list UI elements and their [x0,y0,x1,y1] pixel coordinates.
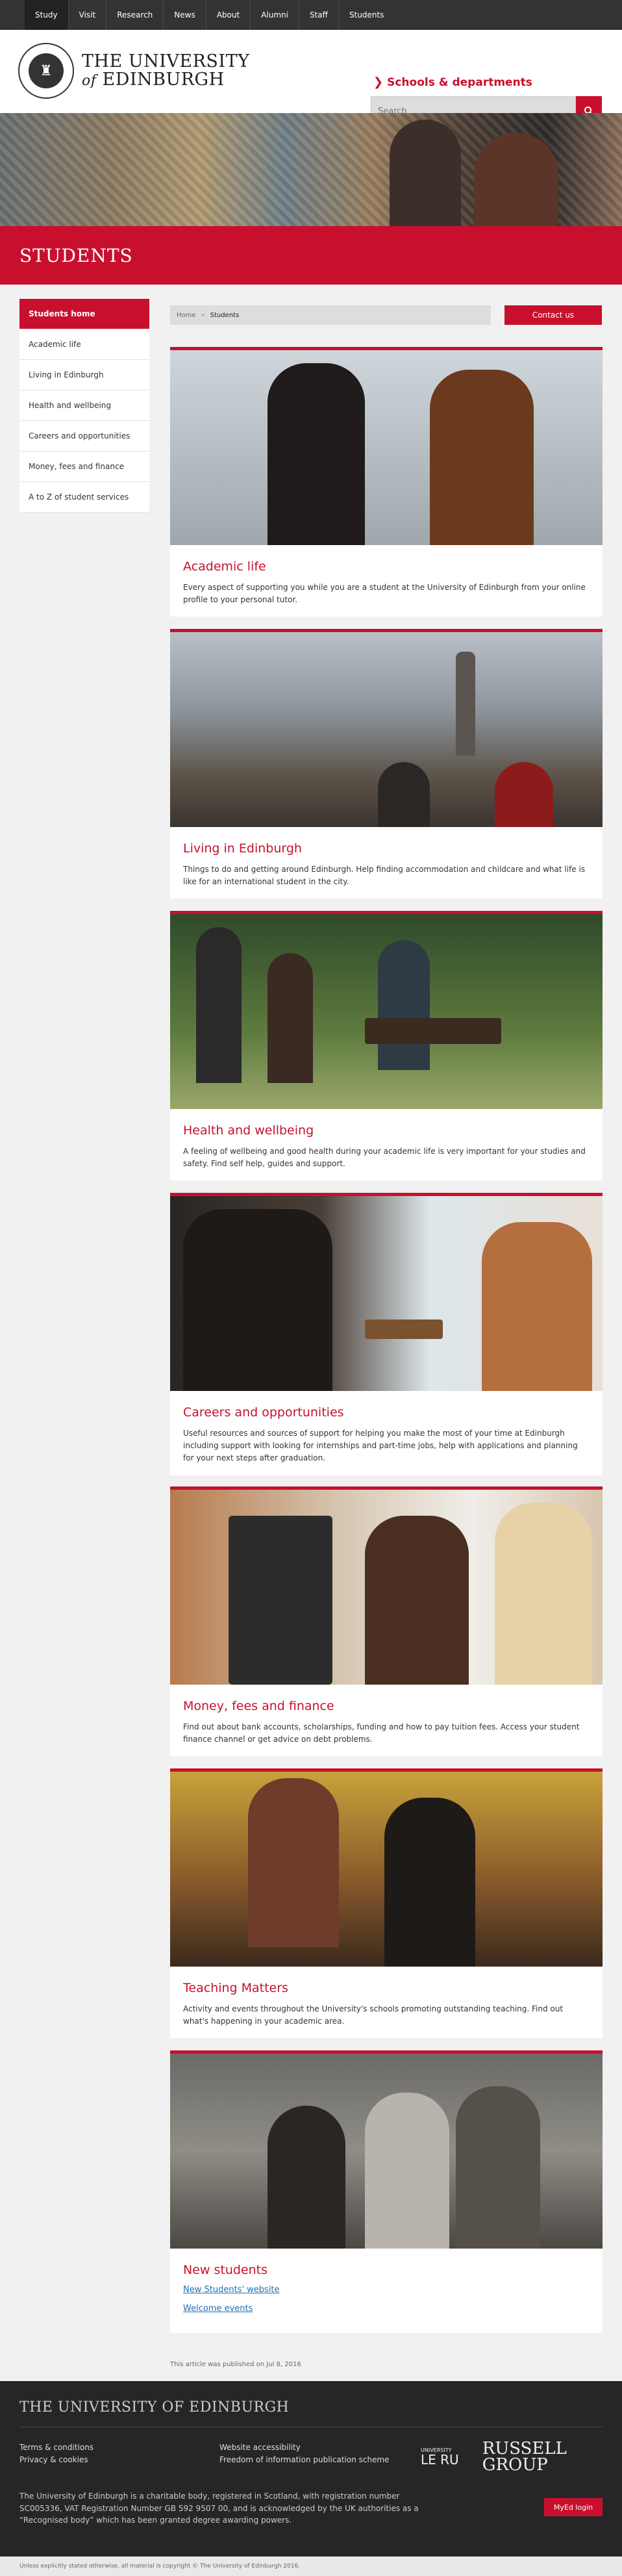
copyright-bar: Unless explicitly stated otherwise, all … [0,2557,622,2576]
logo-line2: EDINBURGH [102,70,225,90]
card-title[interactable]: Academic life [183,559,590,574]
contact-us-button[interactable]: Contact us [504,305,602,325]
card-academic-life[interactable]: Academic life Every aspect of supporting… [170,347,603,617]
sidebar-item-living-in-edinburgh[interactable]: Living in Edinburgh [19,360,149,390]
sidebar-item-careers[interactable]: Careers and opportunities [19,421,149,452]
topnav-alumni[interactable]: Alumni [250,0,299,30]
card-new-students[interactable]: New students New Students' website Welco… [170,2050,603,2333]
university-logo[interactable]: ♜ THE UNIVERSITY of EDINBURGH [18,43,249,99]
card-title[interactable]: Teaching Matters [183,1981,590,1995]
card-health-wellbeing[interactable]: Health and wellbeing A feeling of wellbe… [170,911,603,1181]
breadcrumb: Home » Students [170,305,491,325]
footer: THE UNIVERSITY OF EDINBURGH Terms & cond… [0,2381,622,2557]
logo-of: of [82,73,97,89]
breadcrumb-home[interactable]: Home [177,312,196,319]
card-money-fees-finance[interactable]: Money, fees and finance Find out about b… [170,1486,603,1757]
topnav-staff[interactable]: Staff [298,0,338,30]
sidebar-item-health-wellbeing[interactable]: Health and wellbeing [19,390,149,421]
card-image [170,2054,603,2249]
brand-header: ♜ THE UNIVERSITY of EDINBURGH ❯ Schools … [0,30,622,126]
topnav-research[interactable]: Research [106,0,163,30]
card-image [170,1772,603,1967]
myed-login-button[interactable]: MyEd login [544,2498,603,2516]
card-title[interactable]: New students [183,2263,590,2277]
topnav-study[interactable]: Study [25,0,68,30]
card-living-in-edinburgh[interactable]: Living in Edinburgh Things to do and get… [170,629,603,899]
sidebar-item-a-to-z[interactable]: A to Z of student services [19,482,149,513]
terms-link[interactable]: Terms & conditions [19,2442,93,2454]
foi-link[interactable]: Freedom of information publication schem… [219,2454,390,2466]
sidebar-item-students-home[interactable]: Students home [19,299,149,329]
card-title[interactable]: Health and wellbeing [183,1123,590,1138]
card-teaching-matters[interactable]: Teaching Matters Activity and events thr… [170,1768,603,2039]
sidebar-item-academic-life[interactable]: Academic life [19,329,149,360]
schools-departments-link[interactable]: ❯ Schools & departments [373,75,532,89]
privacy-link[interactable]: Privacy & cookies [19,2454,93,2466]
published-date: This article was published on Jul 8, 201… [170,2361,301,2368]
card-title[interactable]: Money, fees and finance [183,1699,590,1713]
topnav-students[interactable]: Students [338,0,395,30]
card-image [170,1490,603,1685]
sidebar-nav: Students home Academic life Living in Ed… [19,299,149,513]
sidebar-item-money-fees[interactable]: Money, fees and finance [19,452,149,482]
copyright-text: Unless explicitly stated otherwise, all … [19,2563,301,2570]
card-text: Useful resources and sources of support … [183,1429,578,1463]
card-text: Find out about bank accounts, scholarshi… [183,1722,580,1744]
new-students-website-link[interactable]: New Students' website [183,2285,590,2295]
chevron-right-icon: ❯ [373,75,384,89]
footer-title: THE UNIVERSITY OF EDINBURGH [19,2399,290,2416]
card-text: Every aspect of supporting you while you… [183,583,586,605]
russell-group-logo[interactable]: RUSSELL GROUP [482,2440,622,2473]
card-image [170,1196,603,1391]
topnav-about[interactable]: About [205,0,250,30]
card-title[interactable]: Living in Edinburgh [183,841,590,856]
accessibility-link[interactable]: Website accessibility [219,2442,390,2454]
welcome-events-link[interactable]: Welcome events [183,2304,590,2314]
topnav-visit[interactable]: Visit [68,0,106,30]
card-text: A feeling of wellbeing and good health d… [183,1147,586,1169]
card-image [170,632,603,827]
title-bar: STUDENTS [0,226,622,285]
breadcrumb-separator-icon: » [201,311,205,319]
card-careers-opportunities[interactable]: Careers and opportunities Useful resourc… [170,1193,603,1475]
card-image [170,914,603,1109]
hero-banner-image [0,113,622,226]
card-title[interactable]: Careers and opportunities [183,1405,590,1420]
card-text: Activity and events throughout the Unive… [183,2004,564,2026]
leru-logo[interactable]: UNIVERSITY LE RU [421,2441,475,2473]
card-image [170,350,603,545]
breadcrumb-current: Students [210,311,240,319]
page-title: STUDENTS [19,244,133,266]
crest-icon: ♜ [18,43,74,99]
card-text: Things to do and getting around Edinburg… [183,865,586,887]
logo-line1: THE UNIVERSITY [82,51,250,71]
top-nav: Study Visit Research News About Alumni S… [0,0,622,30]
topnav-news[interactable]: News [163,0,205,30]
legal-text: The University of Edinburgh is a charita… [19,2492,419,2525]
